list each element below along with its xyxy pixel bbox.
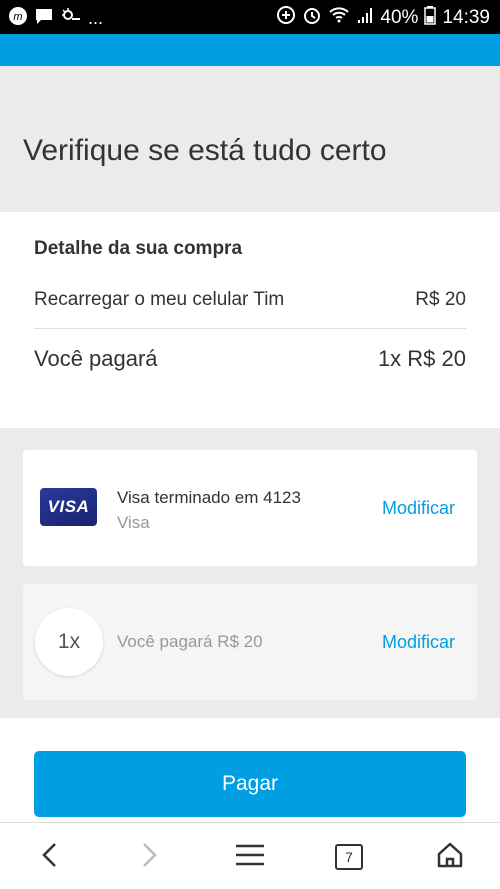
- home-icon: [436, 841, 464, 874]
- menu-button[interactable]: [232, 839, 268, 875]
- purchase-detail-title: Detalhe da sua compra: [34, 238, 243, 259]
- payment-method-card: VISA Visa terminado em 4123 Visa Modific…: [23, 450, 477, 566]
- status-left: m ...: [8, 6, 103, 31]
- action-area: Pagar: [0, 718, 500, 822]
- modify-payment-method-button[interactable]: Modificar: [382, 498, 455, 519]
- back-button[interactable]: [32, 839, 68, 875]
- clock: 14:39: [442, 7, 490, 28]
- purchase-item-label: Recarregar o meu celular Tim: [34, 289, 285, 310]
- browser-nav-bar: 7: [0, 822, 500, 889]
- back-arrow-icon: [39, 841, 61, 874]
- tabs-button[interactable]: 7: [331, 839, 367, 875]
- mercadopago-notification-icon: m: [8, 6, 28, 31]
- total-label: Você pagará: [34, 346, 158, 371]
- modify-installments-button[interactable]: Modificar: [382, 632, 455, 653]
- wifi-icon: [328, 5, 350, 31]
- message-icon: [34, 6, 54, 31]
- signal-icon: [356, 5, 374, 31]
- payment-section: VISA Visa terminado em 4123 Visa Modific…: [0, 428, 500, 718]
- installments-card: 1x Você pagará R$ 20 Modificar: [23, 584, 477, 700]
- purchase-item-row: Recarregar o meu celular Tim R$ 20: [34, 289, 466, 311]
- page-title: Verifique se está tudo certo: [23, 134, 387, 167]
- forward-arrow-icon: [138, 841, 160, 874]
- status-right: 40% 14:39: [276, 5, 490, 31]
- more-notifications-indicator: ...: [88, 8, 104, 28]
- total-row: Você pagará 1x R$ 20: [34, 346, 466, 372]
- alarm-icon: [302, 5, 322, 31]
- payment-method-subtitle: Visa: [117, 513, 150, 532]
- battery-icon: [424, 5, 437, 31]
- visa-card-logo: VISA: [40, 488, 97, 526]
- installments-text: Você pagará R$ 20: [117, 632, 263, 651]
- svg-text:m: m: [13, 11, 22, 23]
- installments-count-badge: 1x: [35, 608, 103, 676]
- payment-method-title: Visa terminado em 4123: [117, 488, 301, 507]
- battery-percent: 40%: [380, 7, 419, 28]
- total-value: 1x R$ 20: [377, 346, 466, 371]
- forward-button[interactable]: [131, 839, 167, 875]
- purchase-item-value: R$ 20: [415, 289, 466, 310]
- purchase-detail-card: Detalhe da sua compra Recarregar o meu c…: [0, 212, 500, 428]
- tab-count-icon: 7: [335, 844, 363, 870]
- title-section: Verifique se está tudo certo: [0, 66, 500, 212]
- app-header-bar: [0, 34, 500, 66]
- status-bar: m ... 40% 14:39: [0, 0, 500, 34]
- hamburger-menu-icon: [235, 843, 265, 872]
- pay-button[interactable]: Pagar: [34, 751, 466, 817]
- home-button[interactable]: [432, 839, 468, 875]
- weather-icon: [60, 6, 82, 31]
- data-saver-icon: [276, 5, 296, 31]
- divider: [34, 328, 466, 329]
